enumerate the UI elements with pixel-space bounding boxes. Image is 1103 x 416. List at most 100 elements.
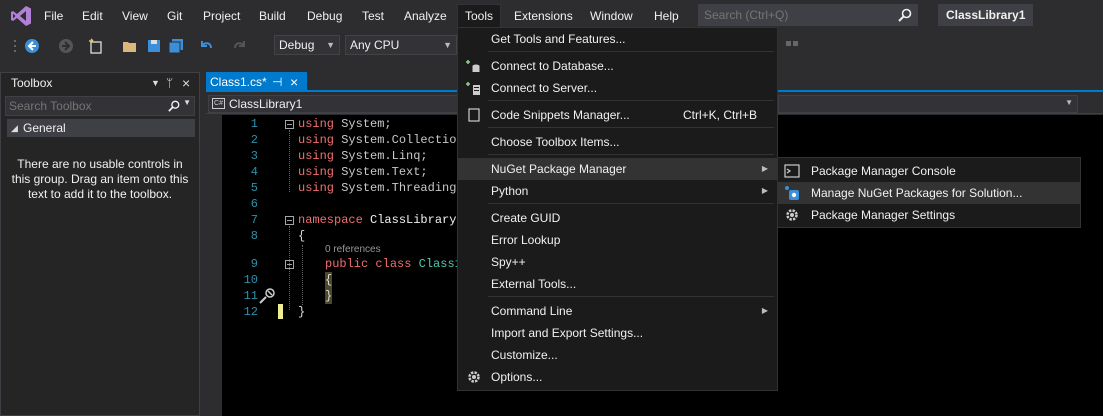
code-line: }: [298, 305, 306, 319]
chevron-down-icon[interactable]: ▼: [183, 98, 191, 107]
fold-toggle-icon[interactable]: [285, 120, 294, 129]
platform-value: Any CPU: [350, 38, 400, 52]
menu-item-get-tools[interactable]: Get Tools and Features...: [458, 28, 777, 50]
search-box[interactable]: [698, 4, 918, 26]
menu-item-options[interactable]: Options...: [458, 366, 777, 388]
member-dropdown[interactable]: ▼: [778, 95, 1078, 113]
menu-item-code-snippets[interactable]: Code Snippets Manager... Ctrl+K, Ctrl+B: [458, 104, 777, 126]
menu-separator: [488, 100, 774, 101]
toolbox-search[interactable]: ▼: [5, 96, 195, 116]
code-line: }: [325, 288, 333, 304]
menu-item-python[interactable]: Python ▶: [458, 180, 777, 202]
toolbox-search-input[interactable]: [6, 97, 156, 115]
fold-guide: [289, 130, 290, 192]
platform-dropdown[interactable]: Any CPU ▼: [345, 35, 457, 55]
console-icon: [784, 164, 800, 178]
tools-menu-dropdown: Get Tools and Features... Connect to Dat…: [457, 27, 778, 391]
server-connect-icon: [466, 82, 480, 95]
tab-class1-cs[interactable]: Class1.cs* ⊣ ×: [206, 72, 307, 92]
close-icon[interactable]: ×: [182, 73, 190, 94]
submenu-item-manage-nuget-packages[interactable]: Manage NuGet Packages for Solution...: [778, 182, 1080, 204]
line-number: 2: [250, 133, 258, 147]
line-number: 3: [250, 149, 258, 163]
solution-title: ClassLibrary1: [938, 4, 1034, 26]
menu-test[interactable]: Test: [362, 6, 384, 26]
menu-build[interactable]: Build: [259, 6, 286, 26]
gear-icon: [786, 209, 798, 221]
menu-item-create-guid[interactable]: Create GUID: [458, 207, 777, 229]
open-file-icon[interactable]: [122, 38, 138, 54]
search-icon[interactable]: [898, 8, 912, 22]
toolbox-group-general[interactable]: ◢ General: [7, 119, 195, 137]
gear-icon: [468, 371, 480, 383]
indent-guide: [302, 245, 303, 305]
menu-item-customize[interactable]: Customize...: [458, 344, 777, 366]
csharp-project-icon: C#: [212, 98, 225, 109]
search-input[interactable]: [699, 5, 879, 25]
menu-separator: [488, 154, 774, 155]
menu-help[interactable]: Help: [654, 6, 679, 26]
menu-extensions[interactable]: Extensions: [514, 6, 573, 26]
editor-margin: [206, 115, 222, 416]
navigate-back-icon[interactable]: [24, 38, 40, 54]
collapse-arrow-icon[interactable]: ◢: [11, 119, 18, 137]
menu-git[interactable]: Git: [167, 6, 182, 26]
toolbar-grip-icon[interactable]: [784, 38, 800, 54]
toolbox-title: Toolbox: [11, 76, 53, 90]
menu-item-import-export-settings[interactable]: Import and Export Settings...: [458, 322, 777, 344]
toolbox-panel: Toolbox ▼ ᛘ × ▼ ◢ General There are no u…: [0, 72, 200, 416]
search-icon[interactable]: [168, 100, 180, 112]
tab-label: Class1.cs*: [210, 75, 267, 89]
visual-studio-logo-icon[interactable]: [10, 5, 32, 27]
menu-item-connect-server[interactable]: Connect to Server...: [458, 77, 777, 99]
configuration-dropdown[interactable]: Debug ▼: [274, 35, 340, 55]
window-position-icon[interactable]: ▼: [151, 73, 160, 94]
fold-toggle-icon[interactable]: [285, 216, 294, 225]
database-connect-icon: [466, 60, 480, 72]
navigate-forward-icon[interactable]: [58, 38, 74, 54]
menu-separator: [488, 51, 774, 52]
close-icon[interactable]: ×: [290, 72, 298, 92]
menu-file[interactable]: File: [44, 6, 63, 26]
quick-actions-screwdriver-icon[interactable]: [258, 287, 276, 305]
undo-icon[interactable]: [198, 38, 214, 54]
code-line: using System.Collection: [298, 133, 464, 147]
menu-analyze[interactable]: Analyze: [404, 6, 447, 26]
menu-item-external-tools[interactable]: External Tools...: [458, 273, 777, 295]
menu-project[interactable]: Project: [203, 6, 240, 26]
save-all-icon[interactable]: [168, 38, 184, 54]
menu-debug[interactable]: Debug: [307, 6, 342, 26]
project-dropdown[interactable]: C# ClassLibrary1: [208, 95, 468, 113]
menu-window[interactable]: Window: [590, 6, 633, 26]
save-icon[interactable]: [146, 38, 162, 54]
pin-icon[interactable]: ᛘ: [166, 73, 173, 94]
line-number: 9: [250, 257, 258, 271]
menu-item-spy-plus-plus[interactable]: Spy++: [458, 251, 777, 273]
menu-edit[interactable]: Edit: [82, 6, 103, 26]
menu-item-connect-database[interactable]: Connect to Database...: [458, 55, 777, 77]
menu-item-error-lookup[interactable]: Error Lookup: [458, 229, 777, 251]
fold-toggle-icon[interactable]: [285, 260, 294, 269]
pin-icon[interactable]: ⊣: [272, 72, 282, 92]
line-number: 1: [250, 117, 258, 131]
menu-item-nuget-package-manager[interactable]: NuGet Package Manager ▶: [458, 158, 777, 180]
toolbox-empty-message[interactable]: There are no usable controls in this gro…: [1, 157, 199, 202]
chevron-down-icon: ▼: [1065, 98, 1073, 107]
line-number: 4: [250, 165, 258, 179]
code-line: using System.Linq;: [298, 149, 428, 163]
menu-item-choose-toolbox-items[interactable]: Choose Toolbox Items...: [458, 131, 777, 153]
line-number: 12: [243, 305, 258, 319]
menu-view[interactable]: View: [122, 6, 148, 26]
line-number: 11: [243, 289, 258, 303]
submenu-arrow-icon: ▶: [761, 164, 768, 173]
codelens-references[interactable]: 0 references: [325, 244, 381, 256]
chevron-down-icon: ▼: [326, 40, 335, 50]
menu-separator: [488, 127, 774, 128]
redo-icon[interactable]: [232, 38, 248, 54]
line-number: 7: [250, 213, 258, 227]
new-project-icon[interactable]: [88, 38, 104, 54]
code-line: using System.Threading.: [298, 181, 464, 195]
submenu-item-package-manager-console[interactable]: Package Manager Console: [778, 160, 1080, 182]
menu-item-command-line[interactable]: Command Line ▶: [458, 300, 777, 322]
submenu-item-package-manager-settings[interactable]: Package Manager Settings: [778, 204, 1080, 226]
